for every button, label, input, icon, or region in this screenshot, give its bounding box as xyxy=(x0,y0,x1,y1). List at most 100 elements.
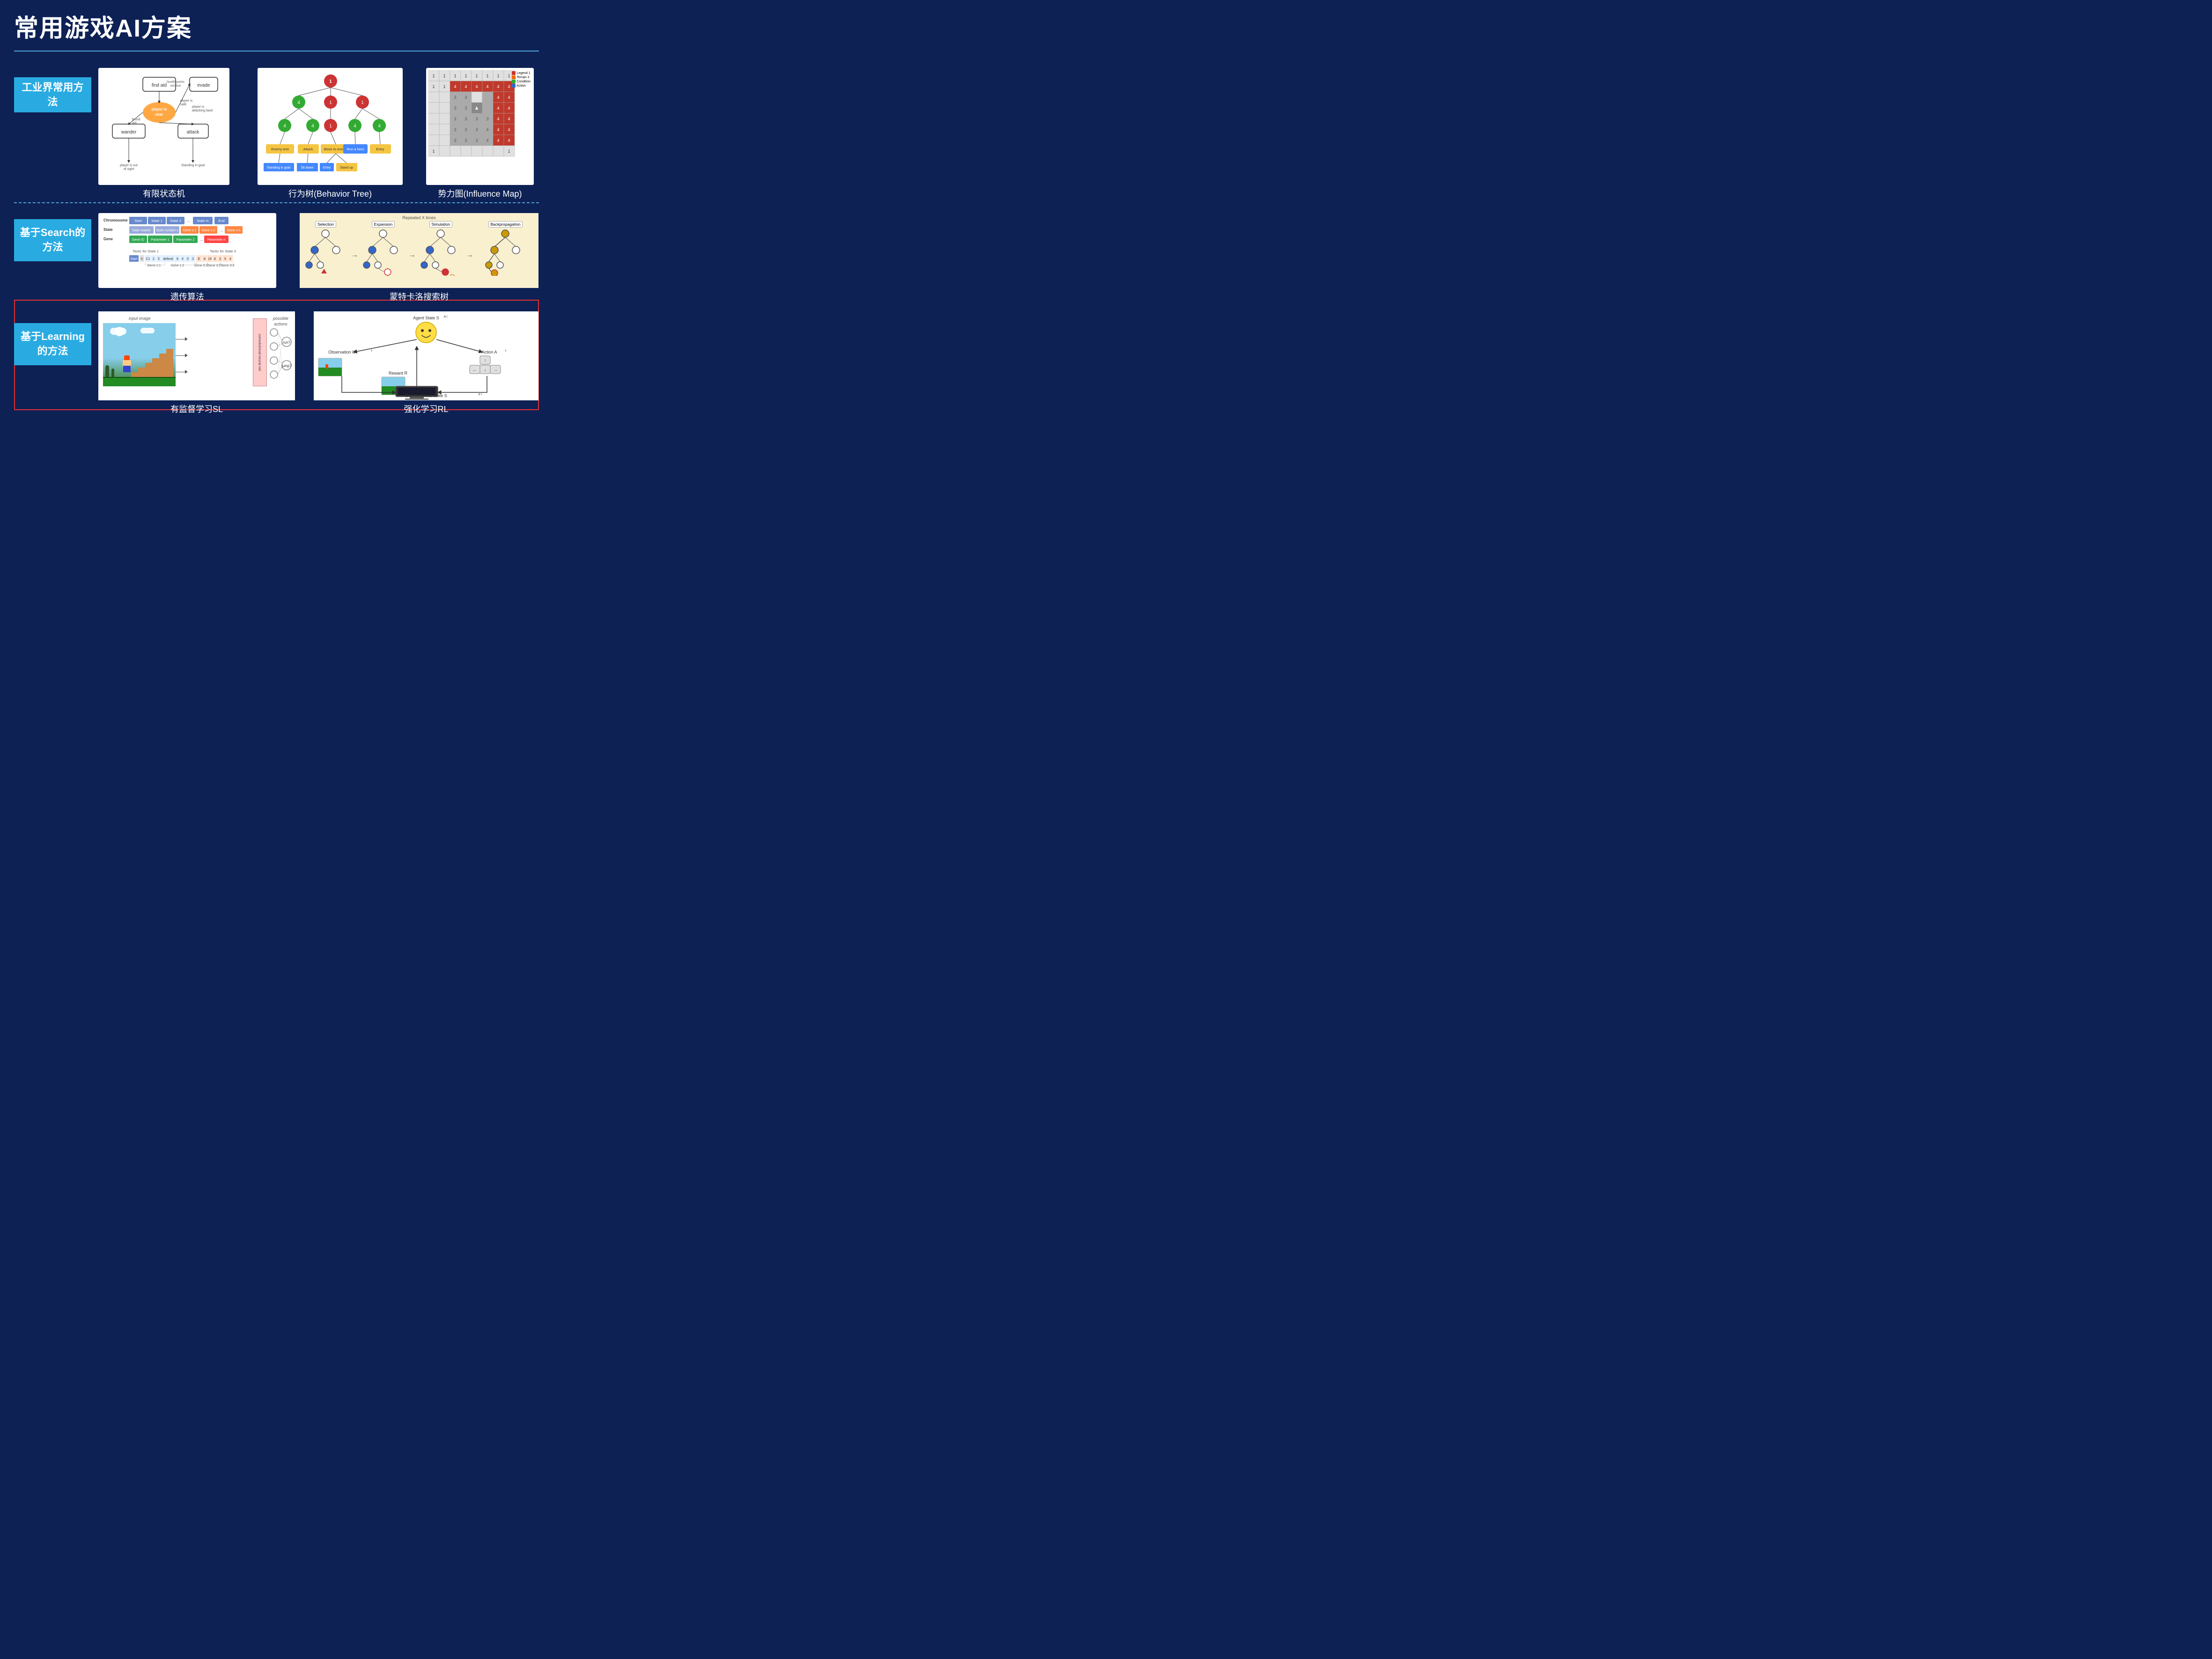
svg-text:4: 4 xyxy=(486,127,488,132)
sl-cnn-label: convolutional neural net xyxy=(258,334,262,371)
svg-text:4: 4 xyxy=(497,138,499,143)
ga-panel: Chromosome Start State 1 State 2 ... Sta… xyxy=(98,213,276,288)
sl-panel: input image convolutional neural net xyxy=(98,311,295,400)
svg-text:Stand up: Stand up xyxy=(339,166,353,170)
sl-actions-label: possible actions xyxy=(268,316,294,327)
svg-text:4: 4 xyxy=(486,138,488,143)
svg-text:Run a hero: Run a hero xyxy=(347,147,364,151)
svg-text:player is: player is xyxy=(192,105,205,109)
rl-label: 强化学习RL xyxy=(314,403,538,415)
svg-text:near: near xyxy=(155,112,163,117)
svg-text:Gene: Gene xyxy=(103,237,113,241)
svg-text:1: 1 xyxy=(443,74,445,78)
svg-text:E: E xyxy=(198,258,200,261)
svg-text:Gene 1:2: Gene 1:2 xyxy=(171,264,184,267)
svg-text:4: 4 xyxy=(508,95,510,100)
fsm-panel: find aid healthpoints are low evade wand… xyxy=(98,68,229,185)
svg-text:player is: player is xyxy=(180,99,193,103)
svg-text:4: 4 xyxy=(229,258,231,261)
svg-text:8: 8 xyxy=(204,258,206,261)
svg-text:4: 4 xyxy=(354,124,356,129)
svg-text:3: 3 xyxy=(454,117,456,121)
svg-text:State m: State m xyxy=(197,219,209,223)
svg-text:...: ... xyxy=(187,218,191,223)
svg-text:4: 4 xyxy=(378,124,381,129)
svg-text:3: 3 xyxy=(454,106,456,111)
svg-text:...: ... xyxy=(200,237,204,242)
svg-text:4: 4 xyxy=(508,138,510,143)
svg-text:Entry: Entry xyxy=(323,166,331,170)
svg-text:Action A: Action A xyxy=(481,350,497,354)
svg-text:run?: run? xyxy=(283,340,291,345)
svg-text:Start: Start xyxy=(134,219,142,223)
svg-text:4: 4 xyxy=(497,127,499,132)
mcts-step-simulation: Simulation xyxy=(417,221,465,276)
svg-text:Reward R: Reward R xyxy=(389,371,408,376)
category-label-industry: 工业界常用方法 xyxy=(14,77,91,112)
svg-text:wander: wander xyxy=(121,130,137,135)
svg-text:Tactic for State 3: Tactic for State 3 xyxy=(210,249,236,253)
svg-text:4: 4 xyxy=(508,117,510,121)
svg-text:State 2: State 2 xyxy=(170,219,181,223)
svg-text:Environmental State S: Environmental State S xyxy=(405,393,447,398)
svg-text:End: End xyxy=(218,219,224,223)
svg-text:4: 4 xyxy=(475,84,478,89)
svg-text:player is: player is xyxy=(152,107,167,111)
im-label: 势力图(Influence Map) xyxy=(426,187,534,199)
svg-text:1: 1 xyxy=(432,149,435,154)
bt-diagram: 1 4 1 1 4 4 1 4 4 xyxy=(261,72,399,182)
svg-text:♟: ♟ xyxy=(475,106,479,111)
svg-text:4: 4 xyxy=(486,84,488,89)
svg-text:4: 4 xyxy=(311,124,314,129)
svg-text:Gene ID: Gene ID xyxy=(132,238,144,242)
svg-text:State marker: State marker xyxy=(132,229,151,232)
svg-text:jump?: jump? xyxy=(281,364,292,368)
svg-text:Sit down: Sit down xyxy=(301,166,313,170)
svg-text:1: 1 xyxy=(508,149,510,154)
bt-panel: 1 4 1 1 4 4 1 4 4 xyxy=(258,68,403,185)
svg-text:5: 5 xyxy=(187,258,189,261)
svg-text:aid: aid xyxy=(132,122,136,125)
svg-text:3: 3 xyxy=(192,258,194,261)
svg-text:t: t xyxy=(505,349,506,353)
svg-text:4: 4 xyxy=(283,124,286,129)
svg-text:1: 1 xyxy=(508,74,510,78)
svg-text:safe: safe xyxy=(180,103,186,106)
svg-text:Start: Start xyxy=(131,258,138,261)
svg-text:State number x: State number x xyxy=(156,229,178,232)
svg-text:1: 1 xyxy=(465,74,467,78)
svg-text:C1: C1 xyxy=(146,258,150,261)
svg-text:3: 3 xyxy=(475,138,478,143)
svg-text:3: 3 xyxy=(454,95,456,100)
svg-text:4: 4 xyxy=(465,84,467,89)
fsm-diagram: find aid healthpoints are low evade wand… xyxy=(103,73,225,180)
svg-text:1: 1 xyxy=(329,100,332,105)
ga-label: 遗传算法 xyxy=(98,290,276,302)
svg-text:healthpoints: healthpoints xyxy=(167,81,184,84)
svg-text:3: 3 xyxy=(486,117,488,121)
svg-text:of sight: of sight xyxy=(124,168,134,171)
svg-text:defend: defend xyxy=(163,258,173,261)
svg-text:←: ← xyxy=(472,368,477,373)
svg-text:Gene x.1: Gene x.1 xyxy=(183,229,197,232)
svg-text:...: ... xyxy=(220,228,223,232)
svg-text:3: 3 xyxy=(219,258,221,261)
svg-text:2: 2 xyxy=(153,258,155,261)
svg-text:evade: evade xyxy=(197,83,210,88)
svg-text:3: 3 xyxy=(465,138,467,143)
mcts-repeated-label: Repeated X times xyxy=(302,215,536,220)
svg-text:Entry: Entry xyxy=(376,147,384,151)
title-underline xyxy=(14,51,539,52)
svg-text:Parameter 2: Parameter 2 xyxy=(177,238,195,242)
svg-text:e: e xyxy=(479,393,480,396)
mcts-panel: Repeated X times Selection xyxy=(300,213,538,288)
svg-text:attacking back: attacking back xyxy=(192,109,213,112)
svg-text:1: 1 xyxy=(361,100,364,105)
svg-text:Gene x.n: Gene x.n xyxy=(227,229,241,232)
svg-text:Gene x.2: Gene x.2 xyxy=(202,229,215,232)
rl-diagram: Agent State S a t Observation O t Reward… xyxy=(316,314,536,400)
svg-text:4: 4 xyxy=(497,117,499,121)
svg-text:attack: attack xyxy=(187,130,200,135)
svg-text:→: → xyxy=(493,368,498,373)
svg-text:3: 3 xyxy=(465,127,467,132)
